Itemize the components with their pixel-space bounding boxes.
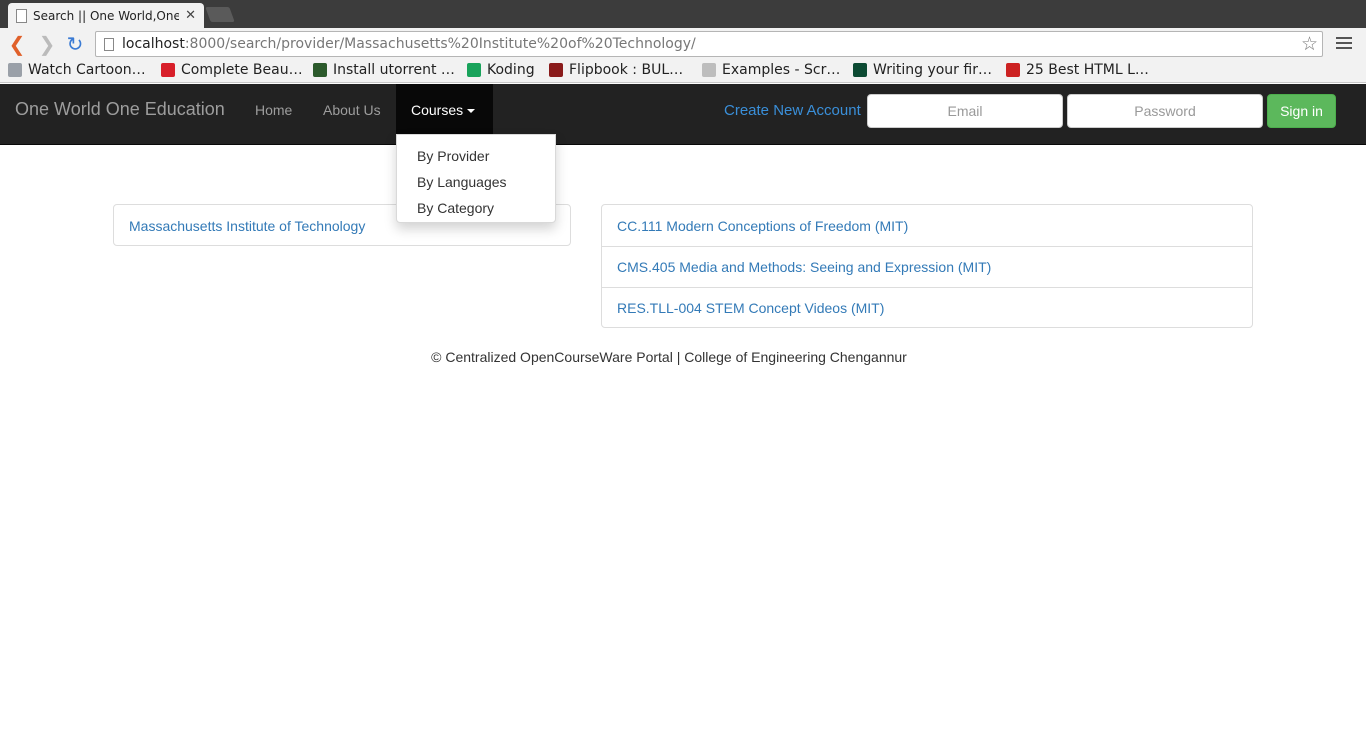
bookmark-icon <box>8 63 22 77</box>
bookmark-item[interactable]: 25 Best HTML L… <box>1006 62 1149 78</box>
bookmark-icon <box>161 63 175 77</box>
address-bar[interactable]: localhost:8000/search/provider/Massachus… <box>95 31 1323 57</box>
nav-courses-label: Courses <box>411 102 464 118</box>
menu-item-by-languages[interactable]: By Languages <box>397 169 555 195</box>
nav-home[interactable]: Home <box>255 100 292 120</box>
bookmark-label: Writing your fir… <box>873 62 992 78</box>
bookmark-icon <box>549 63 563 77</box>
url-host: localhost <box>122 36 185 52</box>
back-icon[interactable]: ❮ <box>6 33 28 55</box>
sign-in-button[interactable]: Sign in <box>1267 94 1336 128</box>
browser-tab-strip: Search || One World,One E ✕ <box>0 0 1366 28</box>
bookmark-icon <box>1006 63 1020 77</box>
bookmark-item[interactable]: Flipbook : BUL… <box>549 62 683 78</box>
course-link[interactable]: CMS.405 Media and Methods: Seeing and Ex… <box>602 246 1252 287</box>
bookmark-label: Watch Cartoon… <box>28 62 146 78</box>
nav-courses-dropdown[interactable]: Courses <box>396 84 493 134</box>
bookmark-item[interactable]: Complete Beau… <box>161 62 303 78</box>
reload-icon[interactable]: ↻ <box>64 33 86 55</box>
brand-link[interactable]: One World One Education <box>15 99 225 119</box>
bookmark-item[interactable]: Koding <box>467 62 535 78</box>
bookmark-icon <box>702 63 716 77</box>
bookmark-item[interactable]: Install utorrent … <box>313 62 455 78</box>
bookmark-icon <box>467 63 481 77</box>
url-path: :8000/search/provider/Massachusetts%20In… <box>184 36 696 52</box>
courses-dropdown-menu: By Provider By Languages By Category <box>396 134 556 223</box>
bookmark-item[interactable]: Examples - Scr… <box>702 62 840 78</box>
new-tab-button[interactable] <box>205 7 235 22</box>
create-account-link[interactable]: Create New Account <box>724 102 861 119</box>
close-tab-icon[interactable]: ✕ <box>185 8 196 23</box>
page-icon <box>104 37 114 51</box>
page-footer: © Centralized OpenCourseWare Portal | Co… <box>431 349 907 365</box>
nav-about[interactable]: About Us <box>323 100 381 120</box>
forward-icon[interactable]: ❯ <box>36 33 58 55</box>
bookmark-icon <box>313 63 327 77</box>
course-link[interactable]: RES.TLL-004 STEM Concept Videos (MIT) <box>602 287 1252 328</box>
menu-item-by-category[interactable]: By Category <box>397 195 555 221</box>
bookmark-label: Install utorrent … <box>333 62 455 78</box>
caret-down-icon <box>467 109 476 114</box>
browser-menu-icon[interactable] <box>1336 34 1352 52</box>
browser-tab[interactable]: Search || One World,One E ✕ <box>8 3 204 28</box>
bookmark-label: Flipbook : BUL… <box>569 62 684 78</box>
bookmark-label: Koding <box>487 62 535 78</box>
page-icon <box>16 8 27 23</box>
bookmark-label: Complete Beau… <box>181 62 303 78</box>
email-field[interactable] <box>867 94 1063 128</box>
bookmark-item[interactable]: Writing your fir… <box>853 62 992 78</box>
bookmarks-bar: Watch Cartoon… Complete Beau… Install ut… <box>0 60 1366 83</box>
bookmark-icon <box>853 63 867 77</box>
tab-title: Search || One World,One E <box>33 8 180 23</box>
menu-item-by-provider[interactable]: By Provider <box>397 143 555 169</box>
course-list: CC.111 Modern Conceptions of Freedom (MI… <box>601 204 1253 328</box>
bookmark-label: 25 Best HTML L… <box>1026 62 1149 78</box>
bookmark-label: Examples - Scr… <box>722 62 841 78</box>
course-link[interactable]: CC.111 Modern Conceptions of Freedom (MI… <box>602 205 1252 246</box>
bookmark-item[interactable]: Watch Cartoon… <box>8 62 146 78</box>
site-navbar: One World One Education Home About Us Co… <box>0 84 1366 145</box>
password-field[interactable] <box>1067 94 1263 128</box>
browser-toolbar: ❮ ❯ ↻ localhost:8000/search/provider/Mas… <box>0 28 1366 60</box>
bookmark-star-icon[interactable]: ☆ <box>1301 33 1318 55</box>
